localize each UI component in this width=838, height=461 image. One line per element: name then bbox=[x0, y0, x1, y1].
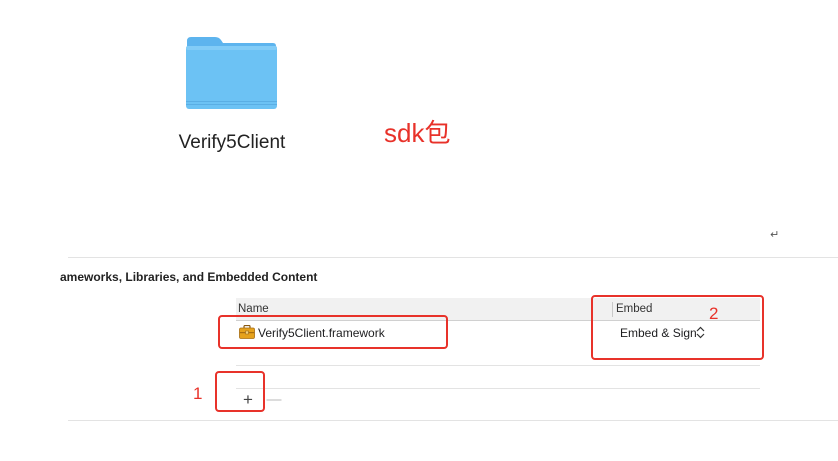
table-bottom-line bbox=[236, 365, 760, 366]
controls-line bbox=[236, 388, 760, 389]
return-mark: ↵ bbox=[770, 229, 780, 241]
annotation-box-add bbox=[215, 371, 265, 412]
section-title: ameworks, Libraries, and Embedded Conten… bbox=[60, 270, 318, 284]
annotation-box-embed bbox=[591, 295, 764, 360]
column-header-name[interactable]: Name bbox=[238, 303, 269, 315]
folder-label[interactable]: Verify5Client bbox=[160, 132, 304, 154]
annotation-sdk-label: sdk包 bbox=[384, 118, 451, 148]
divider-bottom bbox=[68, 420, 838, 421]
divider-top bbox=[68, 257, 838, 258]
folder-icon[interactable] bbox=[185, 35, 278, 110]
annotation-step-1: 1 bbox=[193, 384, 203, 403]
remove-button[interactable]: — bbox=[266, 392, 282, 408]
annotation-step-2: 2 bbox=[709, 304, 719, 323]
annotation-box-framework bbox=[218, 315, 448, 349]
